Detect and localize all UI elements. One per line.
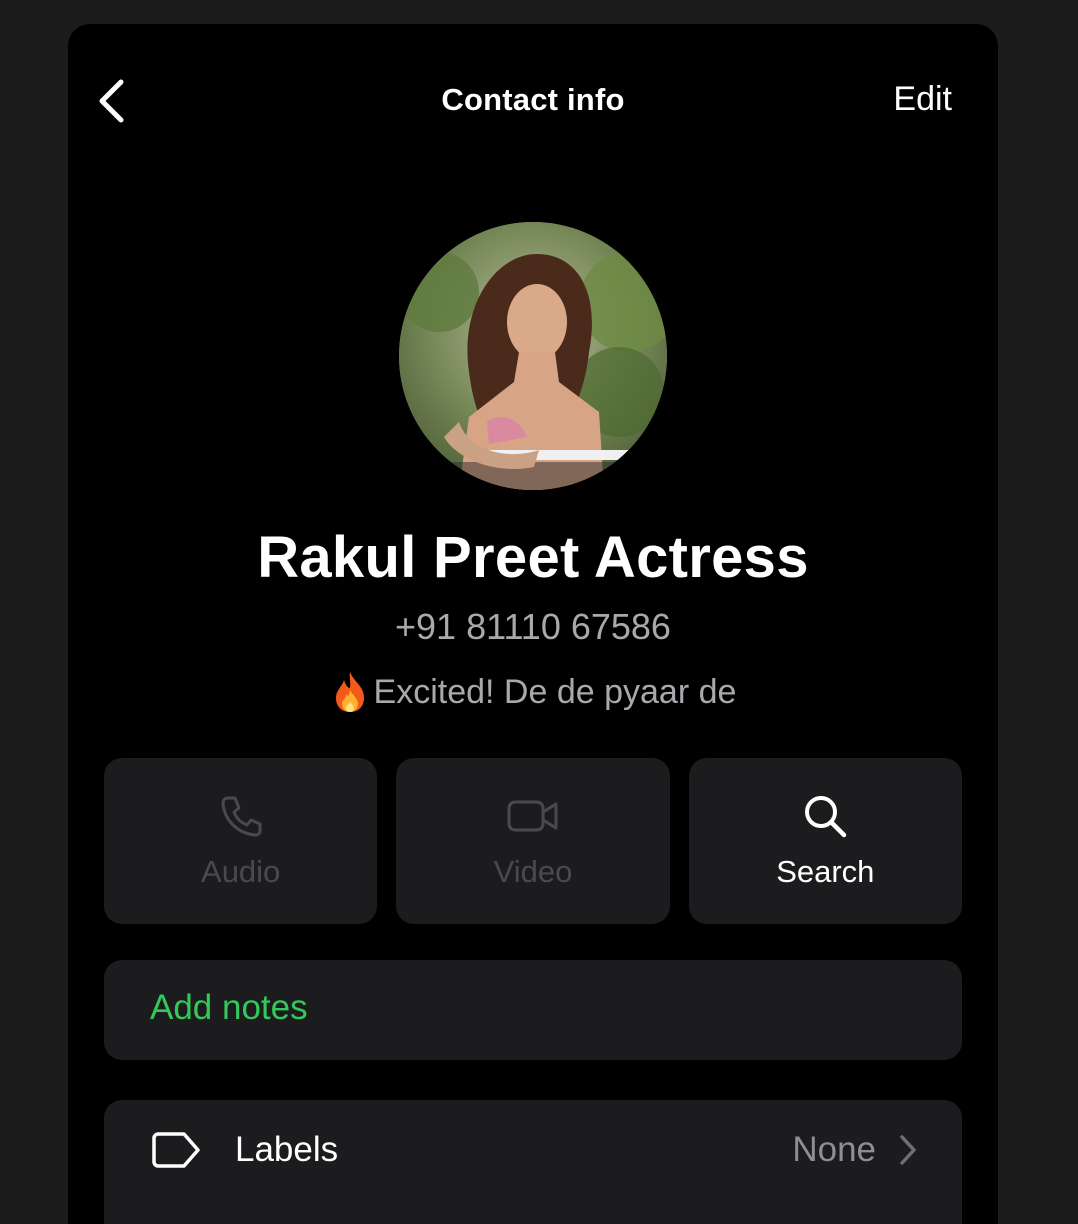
add-notes-label: Add notes	[150, 988, 308, 1027]
search-button-label: Search	[776, 854, 875, 889]
tag-icon	[152, 1132, 200, 1168]
fire-emoji-icon	[335, 672, 364, 712]
search-button[interactable]: Search	[688, 758, 962, 924]
contact-status: Excited! De de pyaar de	[68, 670, 998, 714]
video-button[interactable]: Video	[396, 758, 670, 924]
labels-row[interactable]: Labels None	[104, 1100, 962, 1224]
video-button-label: Video	[493, 854, 573, 889]
contact-phone: +91 81110 67586	[395, 606, 671, 647]
status-text: Excited! De de pyaar de	[373, 672, 737, 711]
chevron-right-icon	[900, 1135, 916, 1165]
profile-photo	[399, 222, 667, 490]
audio-button[interactable]: Audio	[104, 758, 378, 924]
add-notes-button[interactable]: Add notes	[104, 960, 962, 1060]
search-icon	[805, 796, 847, 838]
labels-row-value: None	[792, 1130, 876, 1169]
phone-icon	[221, 796, 262, 837]
contact-name: Rakul Preet Actress	[257, 525, 809, 590]
avatar[interactable]	[399, 222, 667, 490]
action-buttons: Audio Video Search	[104, 758, 962, 924]
page-title: Contact info	[441, 82, 625, 117]
edit-button[interactable]: Edit	[893, 80, 952, 119]
video-camera-icon	[507, 800, 558, 832]
labels-row-label: Labels	[235, 1130, 339, 1169]
audio-button-label: Audio	[201, 854, 281, 889]
contact-info-screen: Contact info Edit Rakul Preet Actress +9…	[68, 24, 998, 1224]
